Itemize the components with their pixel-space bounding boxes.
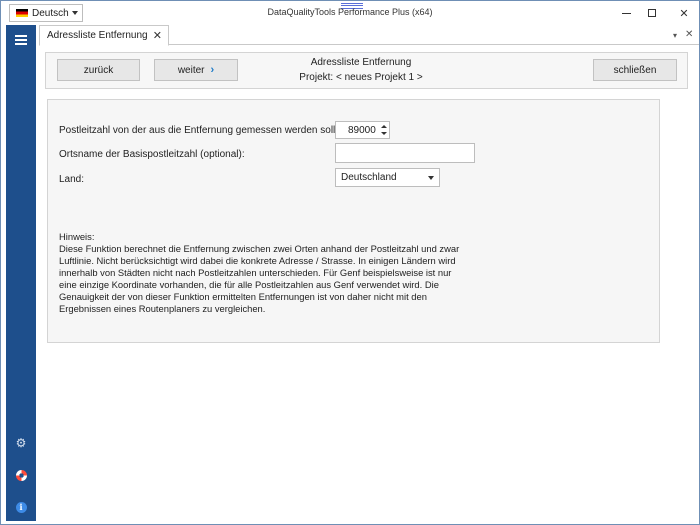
hint-line: innerhalb von Städten nicht nach Postlei…: [59, 267, 452, 278]
minimize-button[interactable]: [613, 4, 639, 22]
close-button[interactable]: schließen: [593, 59, 677, 81]
postcode-value: 89000: [348, 124, 376, 136]
maximize-button[interactable]: [639, 4, 665, 22]
lifebuoy-icon[interactable]: [6, 465, 36, 485]
postcode-stepper[interactable]: 89000: [335, 121, 390, 139]
back-button[interactable]: zurück: [57, 59, 140, 81]
window-title: DataQualityTools Performance Plus (x64): [267, 7, 433, 17]
postcode-label: Postleitzahl von der aus die Entfernung …: [59, 125, 339, 136]
settings-panel: Postleitzahl von der aus die Entfernung …: [47, 99, 660, 343]
hint-line: Ergebnissen eines Routenplaners zu vergl…: [59, 303, 266, 314]
sidebar: ⚙ i: [6, 25, 36, 521]
hint-line: Luftlinie. Nicht berücksichtigt wird dab…: [59, 255, 456, 266]
close-window-button[interactable]: ✕: [671, 4, 697, 22]
next-button[interactable]: weiter ›: [154, 59, 238, 81]
project-name: Projekt: < neues Projekt 1 >: [299, 72, 423, 83]
info-icon[interactable]: i: [6, 497, 36, 517]
tab-list-menu-icon[interactable]: ▾: [673, 31, 677, 40]
hamburger-icon[interactable]: [6, 30, 36, 50]
next-button-label: weiter: [177, 64, 205, 76]
country-select[interactable]: Deutschland: [335, 168, 440, 187]
city-input[interactable]: [335, 143, 475, 163]
app-window: Deutsch DataQualityTools Performance Plu…: [0, 0, 700, 525]
city-label: Ortsname der Basispostleitzahl (optional…: [59, 149, 245, 160]
page-title: Adressliste Entfernung: [310, 57, 412, 68]
maximize-icon: [648, 9, 656, 17]
spinner-icon[interactable]: [380, 123, 388, 137]
info-icon-badge: i: [15, 501, 27, 513]
chevron-right-icon: ›: [210, 64, 215, 76]
close-tabs-icon[interactable]: ✕: [685, 29, 693, 40]
hamburger-icon-lines: [15, 35, 27, 45]
minimize-icon: [621, 12, 631, 14]
tab-close-icon[interactable]: ✕: [153, 29, 162, 42]
chevron-down-icon: [428, 176, 434, 180]
country-label: Land:: [59, 174, 85, 185]
spin-up-icon[interactable]: [381, 125, 387, 128]
hint-text: Hinweis: Diese Funktion berechnet die En…: [59, 231, 479, 315]
tab-strip: Adressliste Entfernung ✕ ▾ ✕: [39, 25, 699, 46]
spin-down-icon[interactable]: [381, 132, 387, 135]
tab-label: Adressliste Entfernung: [47, 30, 148, 41]
country-value: Deutschland: [341, 172, 397, 183]
header-bar: zurück weiter › Adressliste Entfernung P…: [45, 52, 688, 89]
tab-adressliste-entfernung[interactable]: Adressliste Entfernung ✕: [39, 25, 169, 46]
gear-icon[interactable]: ⚙: [6, 433, 36, 453]
hint-heading: Hinweis:: [59, 231, 95, 242]
hint-line: eine einzige Koordinate vorhanden, die f…: [59, 279, 439, 290]
hint-line: Diese Funktion berechnet die Entfernung …: [59, 243, 460, 254]
lifebuoy-icon-shape: [15, 469, 27, 481]
hint-line: Genauigkeit der von dieser Funktion ermi…: [59, 291, 427, 302]
title-bar: Deutsch DataQualityTools Performance Plu…: [1, 1, 699, 25]
